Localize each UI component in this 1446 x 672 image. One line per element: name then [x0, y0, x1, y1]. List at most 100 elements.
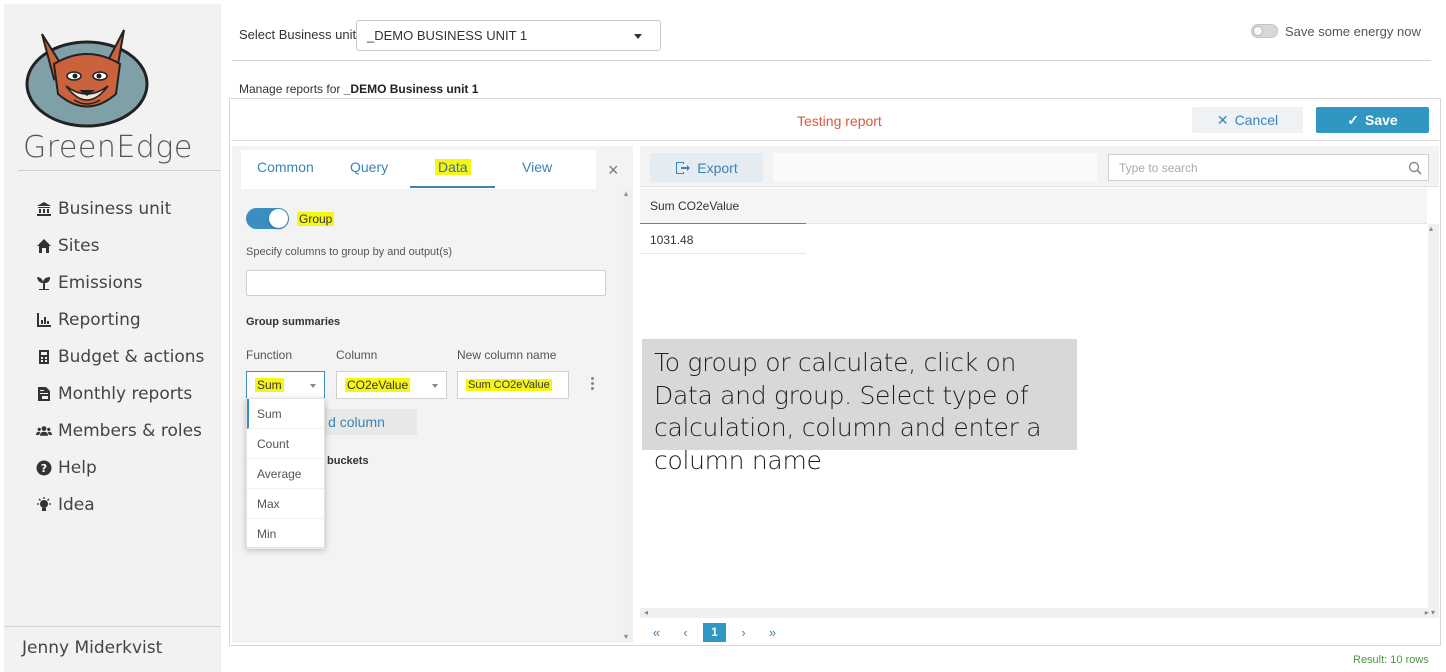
export-icon	[676, 161, 691, 174]
fox-logo-icon	[25, 29, 149, 128]
group-toggle[interactable]	[246, 208, 289, 229]
seedling-icon	[36, 275, 58, 291]
scroll-up-icon[interactable]: ▴	[1429, 224, 1433, 233]
question-circle-icon: ?	[36, 460, 58, 476]
sidebar-item-label: Idea	[58, 494, 95, 515]
dropdown-option-average[interactable]: Average	[247, 459, 324, 489]
new-column-header: New column name	[457, 348, 557, 362]
group-columns-input[interactable]	[246, 270, 606, 296]
sidebar-nav: Business unit Sites Emissions Reporting …	[36, 190, 204, 523]
divider	[232, 60, 1431, 61]
dropdown-option-sum[interactable]: Sum	[247, 399, 324, 429]
scroll-right-icon[interactable]: ▸ ▾	[1425, 608, 1435, 617]
function-value: Sum	[255, 378, 284, 392]
manage-prefix: Manage reports for	[239, 82, 341, 96]
file-invoice-icon	[36, 386, 58, 402]
more-options-icon[interactable]	[589, 377, 595, 393]
next-page-button[interactable]: ›	[732, 623, 755, 642]
dropdown-option-min[interactable]: Min	[247, 519, 324, 549]
toggle-knob	[1253, 26, 1263, 36]
config-tabs: Common Query Data View	[241, 150, 596, 189]
new-column-name-input[interactable]: Sum CO2eValue	[457, 371, 569, 399]
toolbar-spacer	[773, 153, 1097, 182]
sidebar-item-emissions[interactable]: Emissions	[36, 264, 204, 301]
tab-common[interactable]: Common	[257, 159, 314, 175]
grid-vertical-scrollbar[interactable]: ▴	[1428, 224, 1439, 610]
cancel-label: Cancel	[1234, 112, 1279, 128]
page-button-1[interactable]: 1	[703, 622, 726, 642]
users-icon	[36, 423, 58, 439]
caret-down-icon	[634, 34, 642, 39]
sidebar-item-label: Monthly reports	[58, 383, 193, 404]
sidebar-item-label: Sites	[58, 235, 100, 256]
close-panel-icon[interactable]: ×	[608, 160, 619, 181]
lightbulb-icon	[36, 496, 58, 513]
brand-name: GreenEdge	[23, 130, 193, 165]
tab-query[interactable]: Query	[350, 159, 388, 175]
scroll-down-icon[interactable]: ▾	[624, 632, 628, 641]
table-cell: 1031.48	[650, 233, 694, 247]
new-column-value: Sum CO2eValue	[466, 379, 552, 391]
manage-reports-label: Manage reports for _DEMO Business unit 1	[239, 82, 478, 96]
config-scrollbar[interactable]: ▴ ▾	[623, 189, 633, 641]
result-count: Result: 10 rows	[1353, 654, 1429, 666]
sidebar-item-monthly-reports[interactable]: Monthly reports	[36, 375, 204, 412]
bank-icon	[36, 201, 58, 217]
save-energy-toggle[interactable]	[1251, 24, 1278, 38]
grid-column-header[interactable]: Sum CO2eValue	[650, 199, 739, 213]
divider	[4, 626, 221, 627]
grid-horizontal-scrollbar[interactable]: ◂ ▸ ▾	[640, 608, 1439, 618]
business-unit-select[interactable]: _DEMO BUSINESS UNIT 1	[356, 20, 661, 51]
business-unit-value: _DEMO BUSINESS UNIT 1	[367, 28, 528, 43]
function-header: Function	[246, 348, 293, 362]
group-summaries-title: Group summaries	[246, 316, 341, 328]
report-title: Testing report	[797, 113, 882, 129]
dropdown-option-count[interactable]: Count	[247, 429, 324, 459]
sidebar-item-budget[interactable]: Budget & actions	[36, 338, 204, 375]
column-select[interactable]: CO2eValue	[336, 371, 447, 399]
save-button[interactable]: ✓ Save	[1316, 107, 1429, 133]
last-page-button[interactable]: »	[761, 623, 784, 642]
prev-page-button[interactable]: ‹	[674, 623, 697, 642]
group-columns-label: Specify columns to group by and output(s…	[246, 246, 453, 258]
function-select[interactable]: Sum	[246, 371, 325, 399]
search-input[interactable]: Type to search	[1108, 154, 1429, 181]
column-header: Column	[336, 348, 378, 362]
export-button[interactable]: Export	[650, 153, 763, 182]
column-value: CO2eValue	[345, 378, 411, 392]
sidebar-item-sites[interactable]: Sites	[36, 227, 204, 264]
first-page-button[interactable]: «	[645, 623, 668, 642]
column-underline	[640, 223, 806, 224]
table-row[interactable]: 1031.48	[640, 226, 806, 254]
sidebar-item-business-unit[interactable]: Business unit	[36, 190, 204, 227]
business-unit-label: Select Business unit:	[239, 27, 360, 42]
sidebar-item-reporting[interactable]: Reporting	[36, 301, 204, 338]
sidebar: GreenEdge Business unit Sites Emissions …	[4, 4, 221, 672]
instruction-callout: To group or calculate, click on Data and…	[642, 339, 1077, 475]
close-icon: ✕	[1216, 111, 1229, 128]
save-label: Save	[1365, 112, 1398, 128]
sidebar-item-label: Emissions	[58, 272, 143, 293]
search-placeholder: Type to search	[1119, 160, 1198, 175]
svg-text:?: ?	[41, 462, 47, 475]
sidebar-item-label: Business unit	[58, 198, 172, 219]
sidebar-item-help[interactable]: ? Help	[36, 449, 204, 486]
scroll-up-icon[interactable]: ▴	[624, 189, 628, 198]
function-dropdown: Sum Count Average Max Min	[246, 398, 325, 549]
dropdown-option-max[interactable]: Max	[247, 489, 324, 519]
caret-down-icon	[310, 384, 316, 388]
buckets-title: buckets	[327, 455, 369, 467]
group-toggle-label: Group	[297, 212, 335, 226]
save-energy-label: Save some energy now	[1285, 24, 1421, 39]
sidebar-item-idea[interactable]: Idea	[36, 486, 204, 523]
tab-view[interactable]: View	[522, 159, 552, 175]
sidebar-item-label: Help	[58, 457, 97, 478]
pagination: « ‹ 1 › »	[645, 622, 784, 642]
cancel-button[interactable]: ✕ Cancel	[1192, 107, 1303, 133]
sidebar-item-label: Reporting	[58, 309, 141, 330]
home-icon	[36, 238, 58, 254]
user-name[interactable]: Jenny Miderkvist	[22, 638, 162, 658]
scroll-left-icon[interactable]: ◂	[644, 608, 648, 617]
tab-data[interactable]: Data	[435, 159, 471, 175]
sidebar-item-members[interactable]: Members & roles	[36, 412, 204, 449]
